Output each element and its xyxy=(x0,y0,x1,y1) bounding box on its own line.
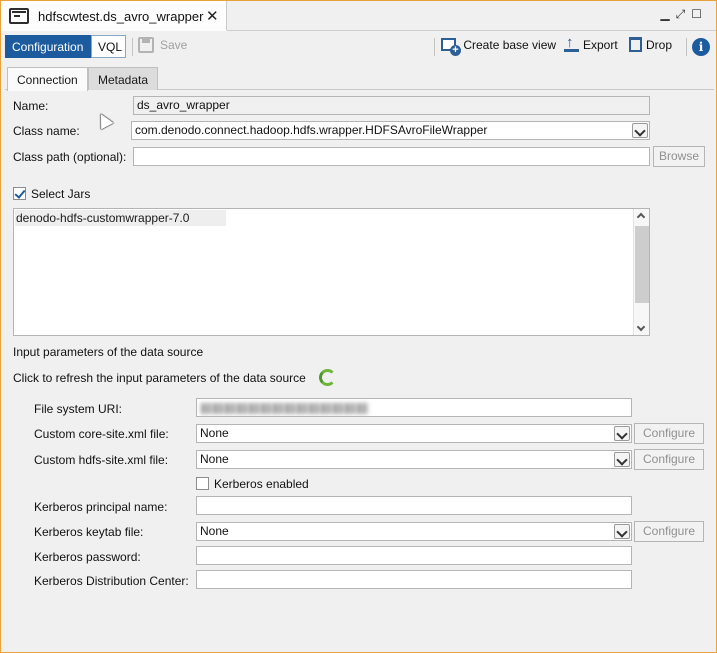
drop-button[interactable]: Drop xyxy=(629,37,673,53)
class-path-label: Class path (optional): xyxy=(13,150,127,164)
file-system-uri-label: File system URI: xyxy=(34,402,123,416)
save-button[interactable]: Save xyxy=(138,37,188,54)
hdfs-site-configure-button[interactable]: Configure xyxy=(634,449,704,470)
toolbar-separator xyxy=(434,38,435,56)
list-item[interactable]: denodo-hdfs-customwrapper-7.0 xyxy=(15,210,226,226)
vql-button[interactable]: VQL xyxy=(91,35,126,58)
kerberos-keytab-value: None xyxy=(200,524,229,538)
jars-scrollbar[interactable] xyxy=(633,209,649,335)
name-label: Name: xyxy=(13,99,49,113)
save-icon xyxy=(138,37,154,53)
scroll-down-icon[interactable] xyxy=(636,322,646,332)
kerberos-keytab-select[interactable]: None xyxy=(196,522,632,541)
class-name-value: com.denodo.connect.hadoop.hdfs.wrapper.H… xyxy=(135,123,488,137)
mouse-cursor-icon xyxy=(94,110,114,130)
kerberos-keytab-label: Kerberos keytab file: xyxy=(34,525,144,539)
document-tab-title: hdfscwtest.ds_avro_wrapper xyxy=(38,9,204,24)
editor-tabs: Connection Metadata xyxy=(5,66,714,91)
hdfs-site-select[interactable]: None xyxy=(196,450,632,469)
name-field[interactable]: ds_avro_wrapper xyxy=(133,96,650,115)
configuration-button[interactable]: Configuration xyxy=(5,35,92,58)
hdfs-site-label: Custom hdfs-site.xml file: xyxy=(34,453,169,467)
redacted-uri-blur xyxy=(201,403,369,414)
create-base-view-icon xyxy=(441,38,461,57)
create-base-view-button[interactable]: Create base view xyxy=(441,38,557,57)
select-jars-checkbox[interactable] xyxy=(13,187,26,200)
scroll-up-icon[interactable] xyxy=(636,212,646,222)
core-site-configure-button[interactable]: Configure xyxy=(634,423,704,444)
core-site-select[interactable]: None xyxy=(196,424,632,443)
chevron-down-icon[interactable] xyxy=(614,452,630,467)
select-jars-label: Select Jars xyxy=(31,187,91,201)
trash-icon xyxy=(629,37,642,53)
save-label: Save xyxy=(160,38,188,53)
wrapper-editor-window: hdfscwtest.ds_avro_wrapper ✕ ▁⤢☐ Configu… xyxy=(0,0,717,653)
refresh-params-text: Click to refresh the input parameters of… xyxy=(13,371,306,385)
kerberos-keytab-configure-button[interactable]: Configure xyxy=(634,521,704,542)
file-system-uri-input[interactable] xyxy=(196,398,632,417)
maximize-icon[interactable]: ⤢ xyxy=(676,7,692,21)
core-site-value: None xyxy=(200,426,229,440)
close-tab-icon[interactable]: ✕ xyxy=(206,7,219,25)
drop-label: Drop xyxy=(646,38,673,52)
chevron-down-icon[interactable] xyxy=(614,426,630,441)
class-name-label: Class name: xyxy=(13,124,80,138)
document-tab[interactable]: hdfscwtest.ds_avro_wrapper ✕ xyxy=(1,1,227,31)
input-params-heading: Input parameters of the data source xyxy=(13,345,204,359)
kerberos-enabled-label: Kerberos enabled xyxy=(214,477,309,491)
kerberos-enabled-checkbox[interactable] xyxy=(196,477,209,490)
toolbar: Configuration VQL Save Create base view … xyxy=(1,32,716,60)
kerberos-principal-input[interactable] xyxy=(196,496,632,515)
export-button[interactable]: Export xyxy=(564,34,618,53)
hdfs-site-value: None xyxy=(200,452,229,466)
tab-connection[interactable]: Connection xyxy=(7,67,88,91)
create-base-view-label: Create base view xyxy=(463,38,557,52)
scrollbar-thumb[interactable] xyxy=(635,226,649,303)
export-label: Export xyxy=(583,38,618,52)
core-site-label: Custom core-site.xml file: xyxy=(34,427,169,441)
info-icon[interactable]: i xyxy=(692,38,710,56)
window-controls: ▁⤢☐ xyxy=(660,7,708,22)
toolbar-separator xyxy=(686,38,687,56)
jars-list[interactable]: denodo-hdfs-customwrapper-7.0 xyxy=(13,208,650,336)
kerberos-principal-label: Kerberos principal name: xyxy=(34,500,168,514)
restore-icon[interactable]: ☐ xyxy=(691,7,708,21)
kerberos-kdc-input[interactable] xyxy=(196,570,632,589)
wrapper-document-icon xyxy=(9,8,29,24)
export-icon xyxy=(564,34,579,53)
tab-metadata[interactable]: Metadata xyxy=(88,67,159,90)
class-path-input[interactable] xyxy=(133,147,650,166)
kerberos-password-input[interactable] xyxy=(196,546,632,565)
class-name-select[interactable]: com.denodo.connect.hadoop.hdfs.wrapper.H… xyxy=(131,121,650,140)
toolbar-separator xyxy=(132,38,133,56)
browse-button[interactable]: Browse xyxy=(653,146,705,167)
chevron-down-icon[interactable] xyxy=(614,524,630,539)
refresh-icon[interactable] xyxy=(319,369,336,386)
title-bar: hdfscwtest.ds_avro_wrapper ✕ ▁⤢☐ xyxy=(1,1,716,31)
chevron-down-icon[interactable] xyxy=(632,123,648,138)
minimize-icon[interactable]: ▁ xyxy=(660,7,675,21)
kerberos-password-label: Kerberos password: xyxy=(34,550,141,564)
kerberos-kdc-label: Kerberos Distribution Center: xyxy=(34,574,189,588)
